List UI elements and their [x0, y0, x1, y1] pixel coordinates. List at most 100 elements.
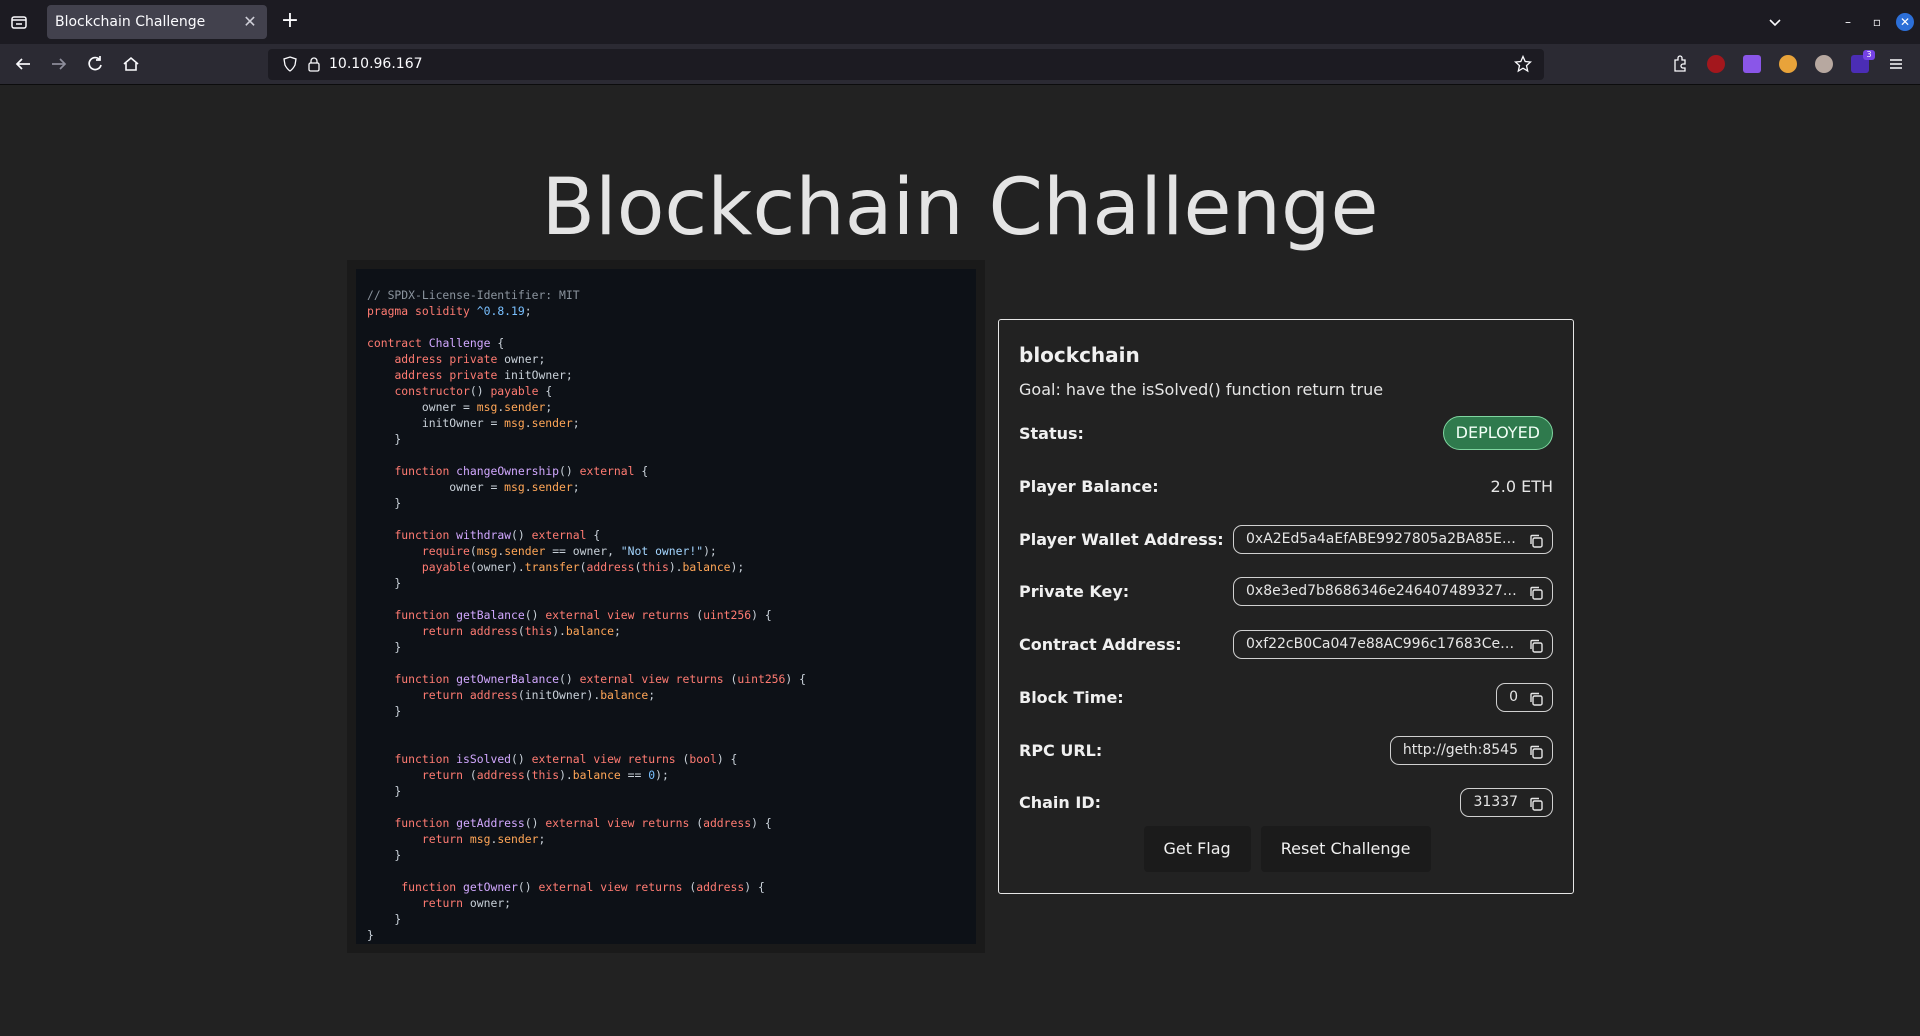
code-line: payable(owner).transfer(address(this).ba…	[421, 560, 745, 574]
field-value: 0xA2Ed5a4aEfABE9927805a2BA85EaC0...	[1246, 530, 1543, 547]
field-value: 2.0 ETH	[1490, 477, 1553, 496]
field-row: Contract Address: 0xf22cB0Ca047e88AC996c1…	[1019, 627, 1553, 661]
reset-challenge-button[interactable]: Reset Challenge	[1260, 826, 1431, 872]
field-row: Block Time: 0	[1019, 680, 1553, 714]
copy-icon[interactable]	[1528, 690, 1544, 706]
browser-tab-strip: Blockchain Challenge ✕ + – ▫ ✕	[0, 0, 1920, 44]
extension-icon-4[interactable]	[1815, 55, 1833, 73]
field-row: Player Balance: 2.0 ETH	[1019, 469, 1553, 503]
field-value: 0x8e3ed7b8686346e246407489327b55...	[1246, 583, 1543, 600]
solidity-source-code: // SPDX-License-Identifier: MIT pragma so…	[367, 287, 965, 943]
field-label: Player Wallet Address:	[1019, 529, 1224, 549]
challenge-goal: Goal: have the isSolved() function retur…	[1019, 380, 1384, 399]
challenge-info-card: blockchain Goal: have the isSolved() fun…	[998, 319, 1574, 894]
minimize-window-icon[interactable]: –	[1838, 12, 1858, 32]
code-line: owner = msg.sender;	[367, 480, 580, 494]
code-line: function getOwner() external view return…	[401, 880, 765, 894]
field-value-copyable[interactable]: 0xA2Ed5a4aEfABE9927805a2BA85EaC0...	[1233, 524, 1553, 554]
code-line: }	[367, 496, 402, 510]
page-content: Blockchain Challenge // SPDX-License-Ide…	[0, 85, 1920, 1036]
code-line: return owner;	[421, 896, 512, 910]
field-value-copyable[interactable]: 0	[1496, 682, 1553, 712]
status-label: Status:	[1019, 424, 1084, 443]
field-row: Player Wallet Address: 0xA2Ed5a4aEfABE992…	[1019, 522, 1553, 556]
copy-icon[interactable]	[1528, 743, 1544, 759]
tracking-protection-shield-icon[interactable]	[282, 56, 298, 72]
status-badge: DEPLOYED	[1442, 416, 1553, 450]
tab-list-icon[interactable]	[9, 12, 29, 32]
code-line: }	[367, 912, 402, 926]
copy-icon[interactable]	[1528, 532, 1544, 548]
extension-icon-2[interactable]	[1743, 55, 1761, 73]
field-row: RPC URL: http://geth:8545	[1019, 733, 1553, 767]
list-all-tabs-icon[interactable]	[1765, 12, 1785, 32]
field-value-copyable[interactable]: 0x8e3ed7b8686346e246407489327b55...	[1233, 577, 1553, 607]
get-flag-button[interactable]: Get Flag	[1143, 826, 1251, 872]
code-line: initOwner = msg.sender;	[367, 416, 580, 430]
code-line: owner = msg.sender;	[367, 400, 553, 414]
page-title: Blockchain Challenge	[541, 163, 1379, 253]
code-line: require(msg.sender == owner, "Not owner!…	[421, 544, 717, 558]
bookmark-star-icon[interactable]	[1514, 55, 1532, 73]
extension-icon-3[interactable]	[1779, 55, 1797, 73]
field-label: RPC URL:	[1019, 740, 1103, 760]
menu-hamburger-icon[interactable]	[1887, 55, 1905, 73]
code-line: // SPDX-License-Identifier: MIT	[367, 288, 580, 302]
code-line: address private owner;	[394, 352, 546, 366]
status-row: Status: DEPLOYED	[1019, 416, 1553, 450]
code-line: function isSolved() external view return…	[394, 752, 738, 766]
home-icon[interactable]	[121, 54, 141, 74]
copy-icon[interactable]	[1528, 637, 1544, 653]
field-value-copyable[interactable]: 0xf22cB0Ca047e88AC996c17683Cee290...	[1233, 630, 1553, 660]
lock-icon[interactable]	[306, 56, 322, 72]
field-value-copyable[interactable]: http://geth:8545	[1389, 735, 1553, 765]
forward-icon[interactable]	[49, 54, 69, 74]
code-line: function getBalance() external view retu…	[394, 608, 772, 622]
url-bar[interactable]: 10.10.96.167	[268, 49, 1544, 80]
close-window-icon[interactable]: ✕	[1896, 13, 1914, 31]
maximize-window-icon[interactable]: ▫	[1867, 12, 1887, 32]
code-line: return msg.sender;	[421, 832, 546, 846]
field-label: Player Balance:	[1019, 477, 1159, 496]
copy-icon[interactable]	[1528, 584, 1544, 601]
code-line: constructor() payable {	[394, 384, 553, 398]
code-line: }	[367, 704, 402, 718]
field-value-copyable[interactable]: 31337	[1460, 788, 1553, 818]
field-value: 0	[1509, 688, 1518, 705]
code-line: return address(initOwner).balance;	[421, 688, 656, 702]
code-line: }	[367, 640, 402, 654]
extensions-puzzle-icon[interactable]	[1671, 55, 1689, 73]
code-line: return (address(this).balance == 0);	[421, 768, 669, 782]
back-icon[interactable]	[13, 54, 33, 74]
browser-tab-active[interactable]: Blockchain Challenge ✕	[47, 5, 267, 39]
browser-navigation-bar: 10.10.96.167 3	[0, 44, 1920, 85]
code-line: }	[367, 928, 374, 942]
copy-icon[interactable]	[1528, 795, 1544, 811]
code-line: function getOwnerBalance() external view…	[394, 672, 806, 686]
code-line: address private initOwner;	[394, 368, 573, 382]
field-value: http://geth:8545	[1402, 741, 1518, 758]
code-block: // SPDX-License-Identifier: MIT pragma so…	[356, 269, 976, 944]
source-code-panel: // SPDX-License-Identifier: MIT pragma so…	[347, 260, 985, 953]
url-text: 10.10.96.167	[329, 56, 423, 72]
field-label: Block Time:	[1019, 687, 1124, 707]
field-row: Chain ID: 31337	[1019, 785, 1553, 819]
new-tab-button[interactable]: +	[279, 10, 301, 33]
tab-close-icon[interactable]: ✕	[241, 13, 259, 31]
tab-title: Blockchain Challenge	[55, 14, 206, 30]
ublock-origin-icon[interactable]	[1707, 55, 1725, 73]
field-row: Private Key: 0x8e3ed7b8686346e24640748932…	[1019, 574, 1553, 608]
extension-badge: 3	[1863, 50, 1875, 60]
reload-icon[interactable]	[85, 54, 105, 74]
action-buttons: Get Flag Reset Challenge	[999, 826, 1575, 872]
code-line: }	[367, 432, 402, 446]
